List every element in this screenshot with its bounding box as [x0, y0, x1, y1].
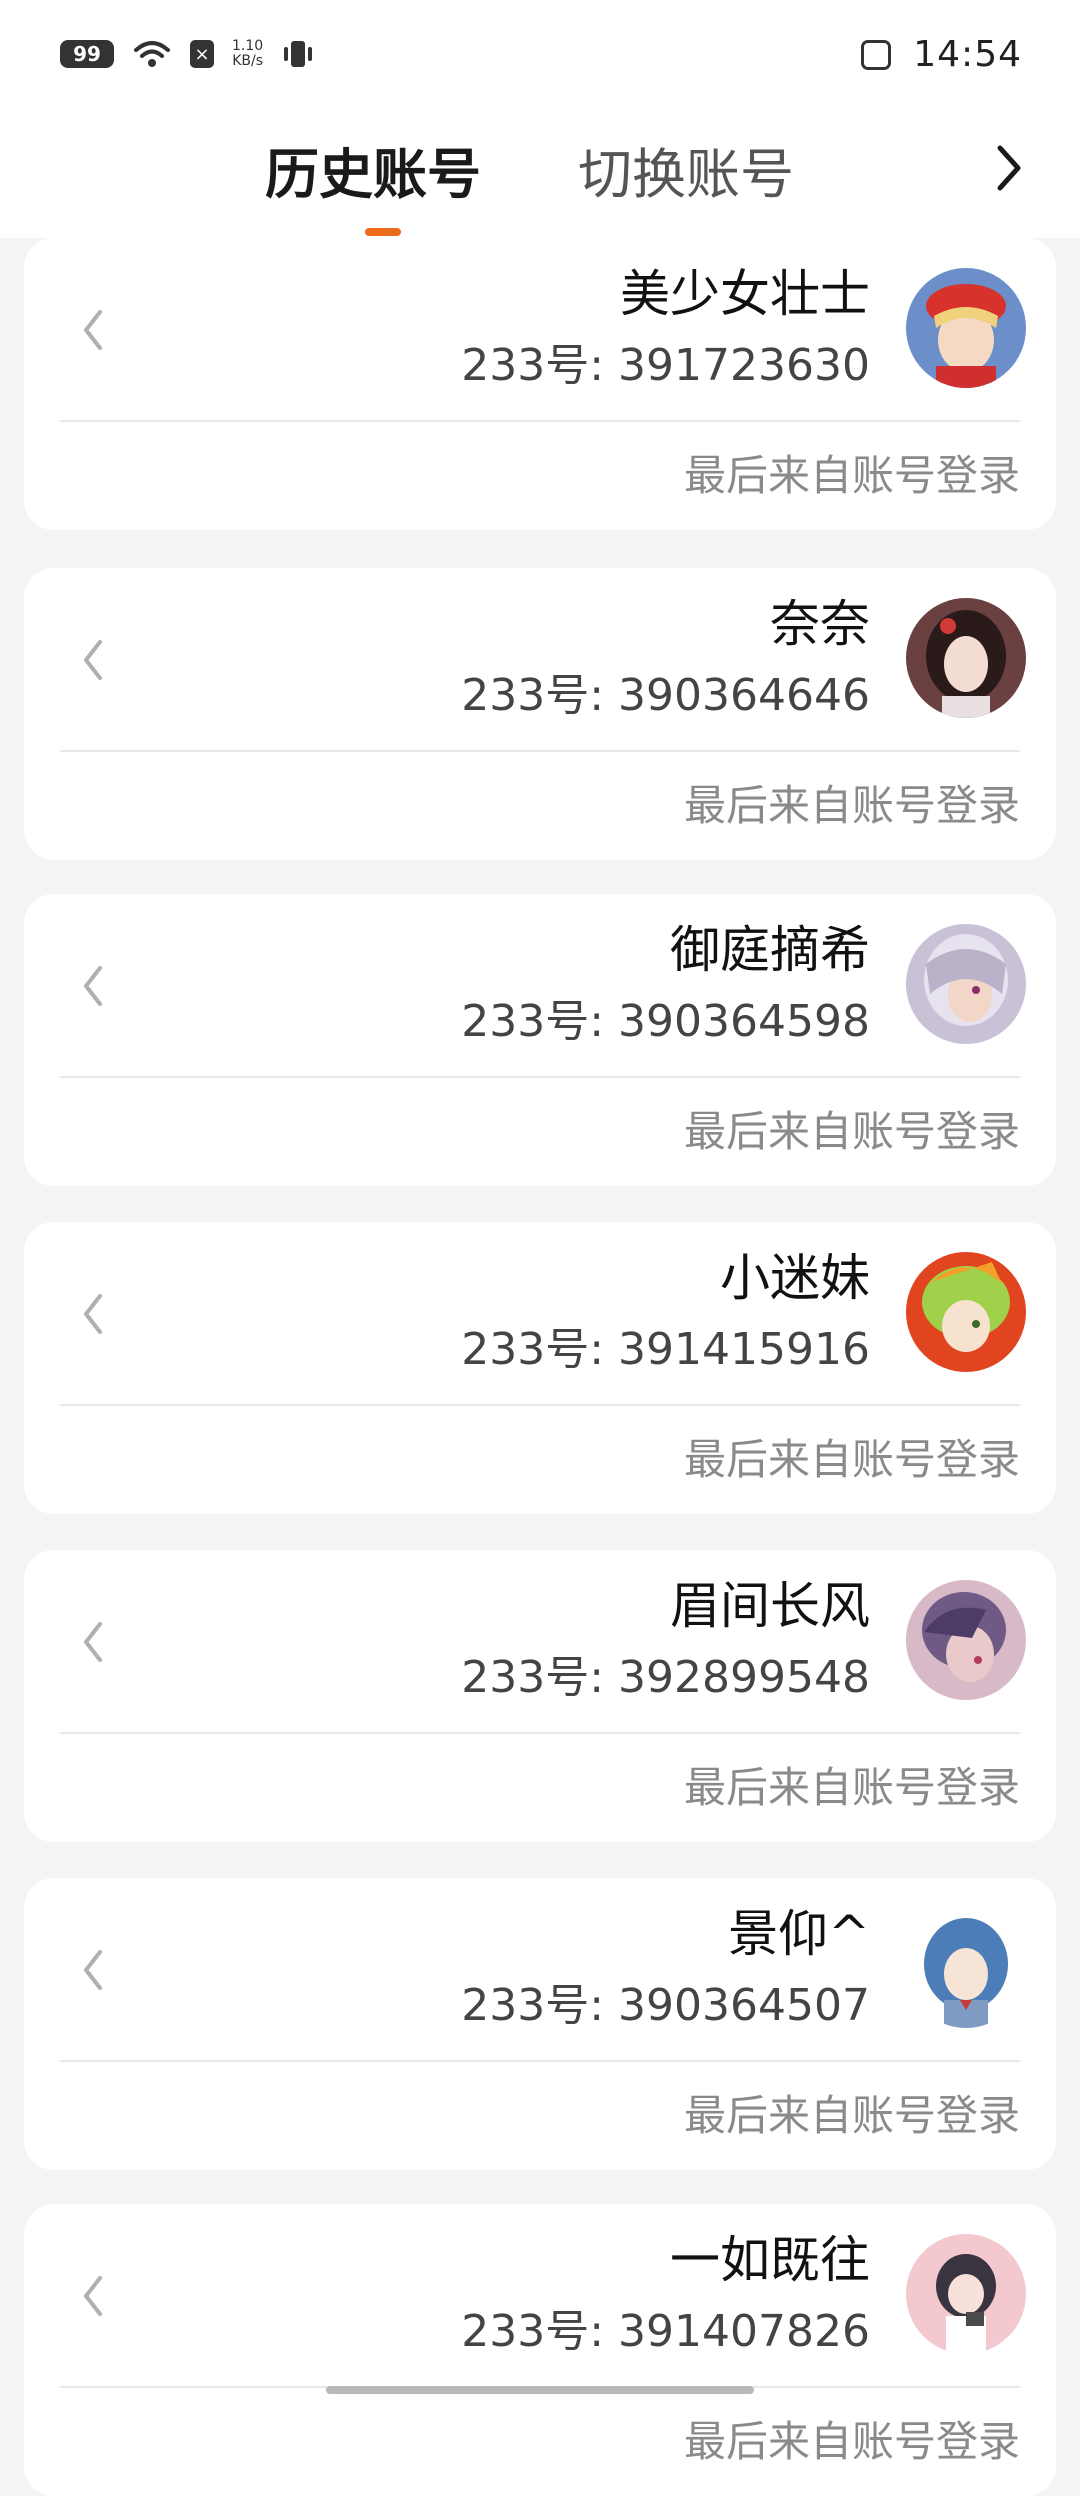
avatar [906, 2234, 1026, 2354]
network-speed-value: 1.10 [232, 38, 264, 54]
account-card[interactable]: 景仰^ 233号: 390364507 最后来自账号登录 [24, 1878, 1056, 2170]
account-card[interactable]: 小迷妹 233号: 391415916 最后来自账号登录 [24, 1222, 1056, 1514]
account-id: 233号: 390364598 [461, 996, 870, 1047]
status-icons-right: 14:54 [861, 34, 1022, 75]
account-id: 233号: 390364646 [461, 670, 870, 721]
network-speed-unit: KB/s [232, 53, 263, 69]
chevron-right-icon[interactable] [988, 138, 1028, 198]
account-card[interactable]: 御庭摘希 233号: 390364598 最后来自账号登录 [24, 894, 1056, 1186]
last-login-label: 最后来自账号登录 [683, 1763, 1020, 1812]
account-name: 奈奈 [770, 595, 870, 653]
wifi-icon [134, 41, 170, 67]
chevron-left-icon [84, 1622, 102, 1662]
avatar [906, 1252, 1026, 1372]
account-card[interactable]: 眉间长风 233号: 392899548 最后来自账号登录 [24, 1550, 1056, 1842]
avatar [906, 598, 1026, 718]
last-login-label: 最后来自账号登录 [683, 1435, 1020, 1484]
chevron-left-icon [84, 1294, 102, 1334]
account-name: 一如既往 [670, 2231, 870, 2289]
close-icon: × [190, 40, 214, 68]
account-name: 小迷妹 [720, 1249, 870, 1307]
last-login-label: 最后来自账号登录 [683, 2417, 1020, 2466]
chevron-left-icon [84, 2276, 102, 2316]
card-divider [60, 1076, 1020, 1078]
tab-indicator [365, 228, 401, 236]
clock: 14:54 [913, 34, 1022, 75]
last-login-label: 最后来自账号登录 [683, 2091, 1020, 2140]
tab-switch-account[interactable]: 切换账号 [578, 140, 794, 210]
account-card[interactable]: 奈奈 233号: 390364646 最后来自账号登录 [24, 568, 1056, 860]
account-id: 233号: 390364507 [461, 1980, 870, 2031]
account-name: 景仰^ [728, 1905, 870, 1963]
status-icons-left: 99 × 1.10 KB/s [60, 38, 315, 70]
avatar [906, 1908, 1026, 2028]
card-divider [60, 420, 1020, 422]
avatar [906, 1580, 1026, 1700]
card-divider [60, 1404, 1020, 1406]
battery-icon: 99 [60, 40, 114, 68]
battery-level: 99 [73, 42, 101, 66]
avatar [906, 924, 1026, 1044]
chevron-left-icon [84, 640, 102, 680]
account-id: 233号: 391407826 [461, 2306, 870, 2357]
card-divider [60, 1732, 1020, 1734]
network-speed: 1.10 KB/s [232, 39, 263, 69]
account-id: 233号: 391723630 [461, 340, 870, 391]
tab-history-accounts[interactable]: 历史账号 [265, 140, 481, 210]
app-icon [861, 39, 892, 70]
status-bar: 99 × 1.10 KB/s 14:54 [0, 0, 1080, 120]
account-card[interactable]: 一如既往 233号: 391407826 最后来自账号登录 [24, 2204, 1056, 2496]
chevron-left-icon [84, 1950, 102, 1990]
last-login-label: 最后来自账号登录 [683, 1107, 1020, 1156]
account-id: 233号: 392899548 [461, 1652, 870, 1703]
account-card[interactable]: 美少女壮士 233号: 391723630 最后来自账号登录 [24, 238, 1056, 530]
vibrate-icon [284, 41, 313, 67]
account-name: 眉间长风 [670, 1577, 870, 1635]
avatar [906, 268, 1026, 388]
card-divider [60, 2060, 1020, 2062]
account-name: 美少女壮士 [620, 265, 870, 323]
last-login-label: 最后来自账号登录 [683, 451, 1020, 500]
last-login-label: 最后来自账号登录 [683, 781, 1020, 830]
account-name: 御庭摘希 [670, 921, 870, 979]
card-divider [60, 750, 1020, 752]
chevron-left-icon [84, 966, 102, 1006]
home-indicator[interactable] [326, 2386, 754, 2394]
header: 历史账号 切换账号 [0, 120, 1080, 238]
account-id: 233号: 391415916 [461, 1324, 870, 1375]
chevron-left-icon [84, 310, 102, 350]
